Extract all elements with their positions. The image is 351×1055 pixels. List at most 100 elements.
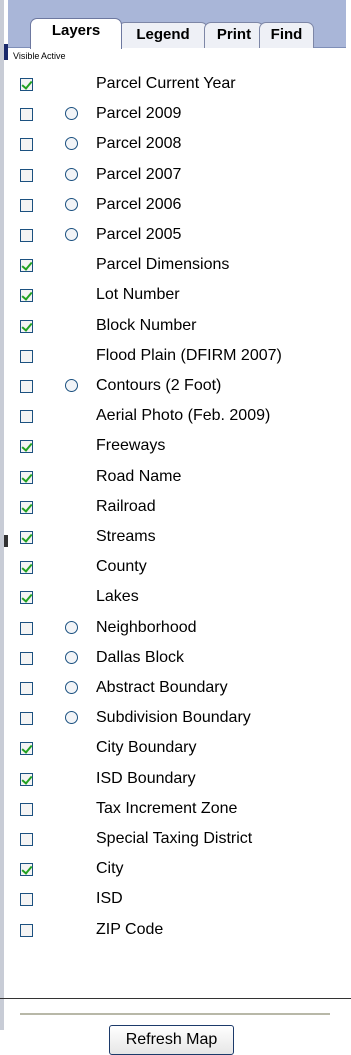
layer-label: Road Name: [96, 467, 182, 485]
visible-checkbox[interactable]: [20, 380, 33, 393]
tab-layers[interactable]: Layers: [30, 18, 122, 49]
layer-label: Contours (2 Foot): [96, 377, 222, 394]
active-radio[interactable]: [65, 228, 78, 241]
footer-divider: [20, 1013, 330, 1015]
layer-label: Abstract Boundary: [96, 679, 228, 696]
visible-checkbox[interactable]: [20, 410, 33, 424]
layer-row: Flood Plain (DFIRM 2007): [0, 342, 351, 372]
layer-label: Parcel 2009: [96, 105, 182, 123]
visible-checkbox[interactable]: [20, 561, 33, 575]
visible-checkbox[interactable]: [20, 349, 33, 363]
visible-checkbox[interactable]: [20, 682, 33, 695]
active-radio[interactable]: [65, 379, 78, 392]
active-radio[interactable]: [65, 650, 78, 664]
visible-checkbox[interactable]: [20, 78, 33, 91]
visible-checkbox[interactable]: [20, 742, 33, 756]
layer-label: Parcel Current Year: [96, 75, 236, 92]
active-radio[interactable]: [65, 137, 78, 151]
layer-label: City Boundary: [96, 739, 197, 757]
visible-checkbox[interactable]: [20, 289, 33, 303]
divider: [0, 998, 351, 999]
layer-row: Parcel 2008: [0, 130, 351, 160]
layer-row: Parcel 2009: [0, 100, 351, 130]
visible-checkbox[interactable]: [20, 138, 33, 152]
visible-checkbox[interactable]: [20, 863, 33, 877]
visible-checkbox[interactable]: [20, 802, 33, 816]
visible-checkbox[interactable]: [20, 229, 33, 242]
visible-checkbox[interactable]: [20, 531, 33, 544]
visible-checkbox[interactable]: [20, 319, 33, 333]
layer-row: Parcel 2007: [0, 161, 351, 191]
layer-row: City Boundary: [0, 734, 351, 764]
layer-label: Lot Number: [96, 286, 180, 304]
visible-checkbox[interactable]: [20, 198, 33, 212]
visible-checkbox[interactable]: [20, 893, 33, 907]
visible-checkbox[interactable]: [20, 772, 33, 786]
layer-label: Parcel 2005: [96, 226, 182, 243]
active-radio[interactable]: [65, 197, 78, 211]
layer-row: County: [0, 553, 351, 583]
layer-label: ISD: [96, 890, 123, 908]
layer-label: Railroad: [96, 497, 156, 515]
layer-row: Special Taxing District: [0, 825, 351, 855]
layer-row: Aerial Photo (Feb. 2009): [0, 402, 351, 432]
layer-label: Freeways: [96, 437, 166, 455]
layer-row: Parcel Dimensions: [0, 251, 351, 281]
layer-label: Special Taxing District: [96, 830, 253, 847]
layer-row: Railroad: [0, 493, 351, 523]
layer-label: Subdivision Boundary: [96, 709, 251, 727]
visible-checkbox[interactable]: [20, 591, 33, 605]
column-header-visible: Visible: [13, 51, 40, 61]
visible-checkbox[interactable]: [20, 923, 33, 937]
layer-label: Flood Plain (DFIRM 2007): [96, 346, 282, 364]
layer-row: Block Number: [0, 312, 351, 342]
visible-checkbox[interactable]: [20, 440, 33, 454]
active-radio[interactable]: [65, 681, 78, 694]
layer-row: Freeways: [0, 432, 351, 462]
layer-row: Lakes: [0, 583, 351, 613]
layer-label: Parcel 2008: [96, 135, 182, 153]
visible-checkbox[interactable]: [20, 259, 33, 273]
layer-row: ISD Boundary: [0, 765, 351, 795]
visible-checkbox[interactable]: [20, 712, 33, 726]
visible-checkbox[interactable]: [20, 621, 33, 635]
active-radio[interactable]: [65, 107, 78, 121]
layer-label: Aerial Photo (Feb. 2009): [96, 407, 271, 425]
tab-find[interactable]: Find: [259, 22, 314, 48]
layer-row: City: [0, 855, 351, 885]
layer-label: ZIP Code: [96, 920, 164, 938]
visible-checkbox[interactable]: [20, 108, 33, 122]
layer-label: Neighborhood: [96, 618, 197, 636]
layer-label: Block Number: [96, 316, 197, 334]
tab-legend[interactable]: Legend: [118, 22, 208, 48]
active-radio[interactable]: [65, 711, 78, 725]
layer-label: Dallas Block: [96, 648, 185, 666]
layer-label: Parcel 2007: [96, 165, 182, 183]
layer-label: City: [96, 860, 124, 878]
tab-print[interactable]: Print: [204, 22, 264, 48]
active-radio[interactable]: [65, 167, 78, 181]
layer-label: Parcel Dimensions: [96, 256, 230, 274]
layer-row: Dallas Block: [0, 644, 351, 674]
visible-checkbox[interactable]: [20, 651, 33, 665]
visible-checkbox[interactable]: [20, 470, 33, 484]
visible-checkbox[interactable]: [20, 168, 33, 182]
column-header-active: Active: [41, 51, 66, 61]
layer-label: ISD Boundary: [96, 769, 196, 787]
tab-strip: Layers Legend Print Find: [8, 0, 346, 49]
layer-row: Streams: [0, 523, 351, 553]
layer-row: Tax Increment Zone: [0, 795, 351, 825]
layer-row: Abstract Boundary: [0, 674, 351, 704]
layer-row: Contours (2 Foot): [0, 372, 351, 402]
layer-row: Subdivision Boundary: [0, 704, 351, 734]
active-radio[interactable]: [65, 620, 78, 634]
layer-row: Parcel 2006: [0, 191, 351, 221]
layer-row: Lot Number: [0, 281, 351, 311]
layer-row: Neighborhood: [0, 614, 351, 644]
visible-checkbox[interactable]: [20, 500, 33, 514]
layer-label: County: [96, 558, 147, 576]
layer-label: Tax Increment Zone: [96, 799, 238, 817]
layer-label: Streams: [96, 528, 156, 545]
visible-checkbox[interactable]: [20, 833, 33, 846]
layer-row: Parcel 2005: [0, 221, 351, 251]
